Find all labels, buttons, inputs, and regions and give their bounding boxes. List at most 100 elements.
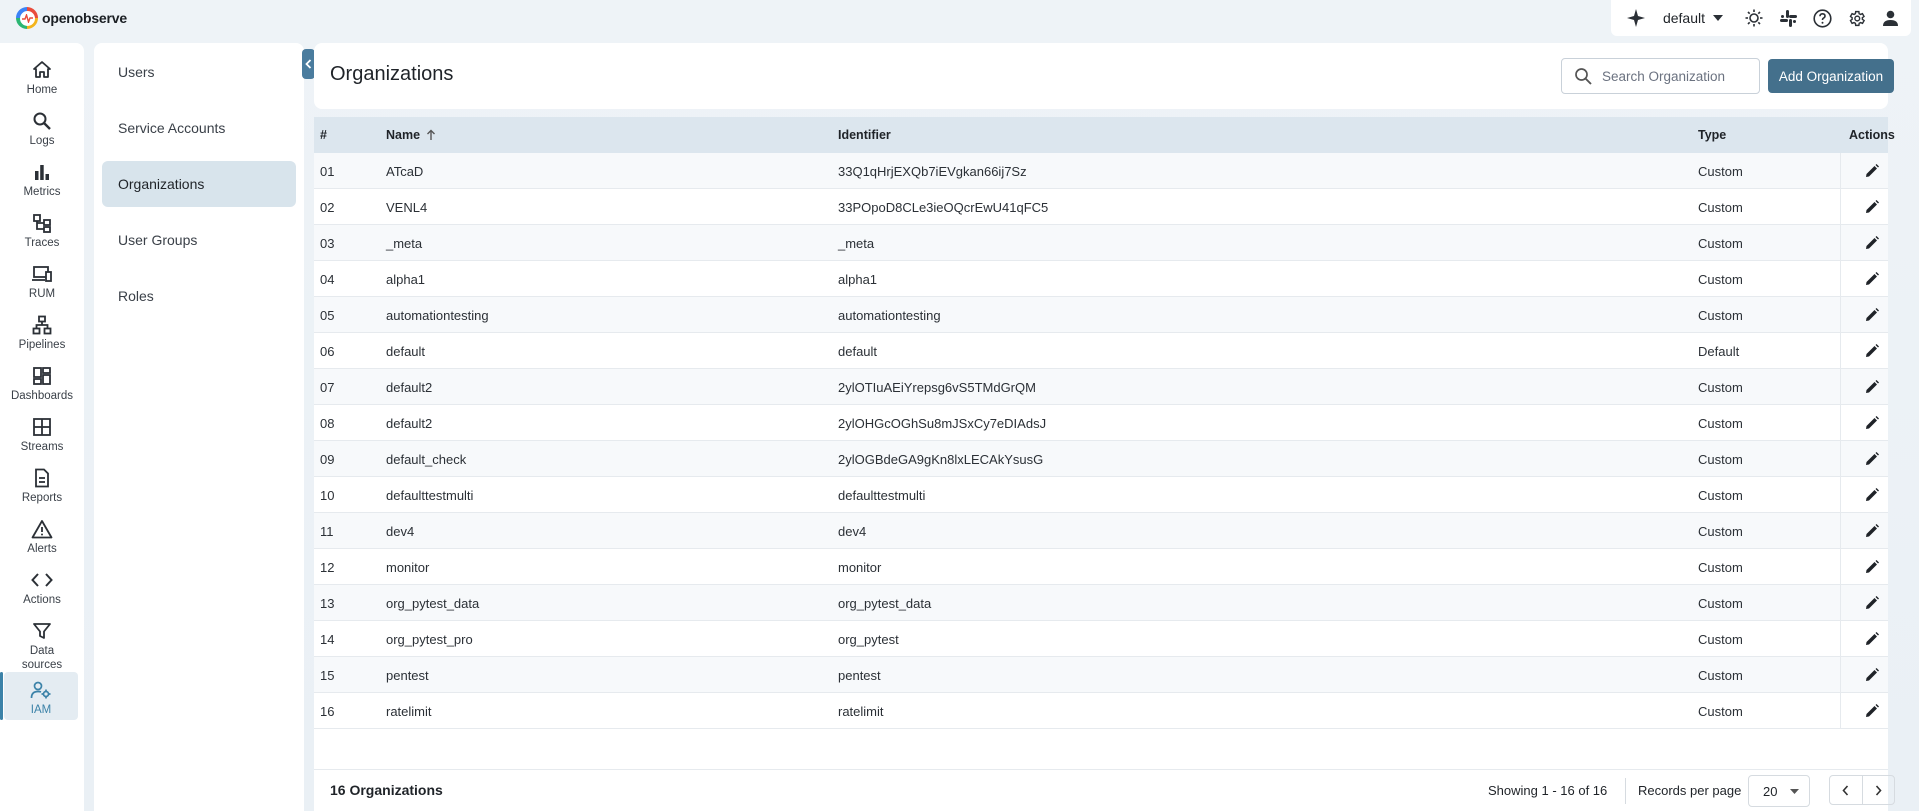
slack-icon[interactable] (1771, 1, 1805, 35)
table-row: 06 default default Default (314, 333, 1888, 369)
edit-organization-button[interactable] (1840, 369, 1902, 405)
org-selector[interactable]: default (1653, 1, 1737, 35)
brand-logo[interactable]: openobserve (16, 7, 127, 29)
table-row: 01 ATcaD 33Q1qHrjEXQb7iEVgkan66ij7Sz Custom (314, 153, 1888, 189)
nav-item-data-sources[interactable]: Data sources (0, 613, 84, 675)
edit-pencil-icon (1865, 272, 1879, 286)
row-number: 09 (320, 451, 335, 467)
edit-organization-button[interactable] (1840, 405, 1902, 441)
nav-item-streams[interactable]: Streams (0, 409, 84, 457)
org-identifier: 33POpoD8CLe3ieOQcrEwU41qFC5 (838, 199, 1049, 215)
table-row: 11 dev4 dev4 Custom (314, 513, 1888, 549)
edit-pencil-icon (1865, 668, 1879, 682)
nav-item-logs[interactable]: Logs (0, 103, 84, 151)
nav-item-home[interactable]: Home (0, 52, 84, 100)
org-name: ratelimit (386, 703, 432, 719)
divider (1625, 778, 1626, 804)
nav-item-iam[interactable]: IAM (0, 672, 78, 720)
submenu-item-organizations[interactable]: Organizations (102, 161, 296, 207)
search-organization-box[interactable] (1561, 58, 1760, 94)
row-number: 13 (320, 595, 335, 611)
row-number: 11 (320, 523, 334, 539)
nav-item-reports[interactable]: Reports (0, 460, 84, 508)
row-number: 14 (320, 631, 335, 647)
edit-organization-button[interactable] (1840, 693, 1902, 729)
edit-pencil-icon (1865, 308, 1879, 322)
edit-pencil-icon (1865, 416, 1879, 430)
org-name: org_pytest_data (386, 595, 480, 611)
sun-icon[interactable] (1737, 1, 1771, 35)
edit-organization-button[interactable] (1840, 513, 1902, 549)
org-name: _meta (386, 235, 423, 251)
table-row: 14 org_pytest_pro org_pytest Custom (314, 621, 1888, 657)
table-row: 10 defaulttestmulti defaulttestmulti Custom (314, 477, 1888, 513)
streams-icon (33, 418, 51, 436)
organizations-table: # Name Identifier Type Actions 01 ATcaD 33… (314, 117, 1895, 811)
edit-organization-button[interactable] (1840, 189, 1902, 225)
edit-organization-button[interactable] (1840, 585, 1902, 621)
org-identifier: org_pytest (838, 631, 899, 647)
org-identifier: monitor (838, 559, 882, 575)
edit-organization-button[interactable] (1840, 477, 1902, 513)
org-selector-value: default (1662, 10, 1705, 26)
left-navigation: Home Logs Metrics Traces RUM Pipelines D… (0, 43, 84, 811)
row-number: 06 (320, 343, 335, 359)
records-per-page-value: 20 (1763, 783, 1778, 799)
submenu-item-users[interactable]: Users (102, 49, 296, 95)
row-number: 02 (320, 199, 335, 215)
topbar-actions: default (1610, 0, 1911, 36)
search-organization-input[interactable] (1602, 68, 1742, 84)
edit-organization-button[interactable] (1840, 621, 1902, 657)
row-number: 03 (320, 235, 335, 251)
edit-organization-button[interactable] (1840, 333, 1902, 369)
submenu-item-roles[interactable]: Roles (102, 273, 296, 319)
nav-item-traces[interactable]: Traces (0, 205, 84, 253)
org-name: dev4 (386, 523, 415, 539)
help-icon[interactable] (1805, 1, 1839, 35)
user-icon[interactable] (1873, 1, 1907, 35)
edit-organization-button[interactable] (1840, 261, 1902, 297)
row-number: 15 (320, 667, 335, 683)
edit-organization-button[interactable] (1840, 297, 1902, 333)
table-row: 12 monitor monitor Custom (314, 549, 1888, 585)
edit-pencil-icon (1865, 344, 1879, 358)
org-name: VENL4 (386, 199, 428, 215)
edit-organization-button[interactable] (1840, 153, 1902, 189)
previous-page-button[interactable] (1830, 776, 1862, 804)
edit-organization-button[interactable] (1840, 225, 1902, 261)
submenu-item-service-accounts[interactable]: Service Accounts (102, 105, 296, 151)
org-type: Custom (1698, 559, 1743, 575)
row-number: 16 (320, 703, 335, 719)
org-type: Default (1698, 343, 1740, 359)
row-number: 05 (320, 307, 335, 323)
chevron-left-icon (1842, 784, 1849, 796)
edit-pencil-icon (1865, 452, 1879, 466)
edit-organization-button[interactable] (1840, 657, 1902, 693)
nav-item-dashboards[interactable]: Dashboards (0, 358, 84, 406)
gear-icon[interactable] (1839, 1, 1873, 35)
add-organization-button[interactable]: Add Organization (1768, 59, 1894, 93)
nav-item-alerts[interactable]: Alerts (0, 511, 84, 559)
row-number: 01 (320, 163, 335, 179)
devices-icon (32, 266, 52, 282)
nav-item-rum[interactable]: RUM (0, 256, 84, 304)
row-number: 12 (320, 559, 335, 575)
edit-organization-button[interactable] (1840, 549, 1902, 585)
chevron-left-icon (305, 59, 312, 69)
pagination-controls (1829, 775, 1895, 805)
edit-organization-button[interactable] (1840, 441, 1902, 477)
nav-item-pipelines[interactable]: Pipelines (0, 307, 84, 355)
org-type: Custom (1698, 307, 1743, 323)
edit-pencil-icon (1865, 632, 1879, 646)
nav-item-metrics[interactable]: Metrics (0, 154, 84, 202)
nav-item-actions[interactable]: Actions (0, 562, 84, 610)
next-page-button[interactable] (1861, 776, 1895, 804)
sparkle-icon[interactable] (1619, 1, 1653, 35)
records-per-page-select[interactable]: 20 (1748, 775, 1810, 807)
column-header-name[interactable]: Name (386, 117, 436, 153)
org-type: Custom (1698, 523, 1743, 539)
submenu-item-user-groups[interactable]: User Groups (102, 217, 296, 263)
table-row: 02 VENL4 33POpoD8CLe3ieOQcrEwU41qFC5 Custom (314, 189, 1888, 225)
table-body: 01 ATcaD 33Q1qHrjEXQb7iEVgkan66ij7Sz Custom… (314, 153, 1888, 729)
org-identifier: default (838, 343, 878, 359)
